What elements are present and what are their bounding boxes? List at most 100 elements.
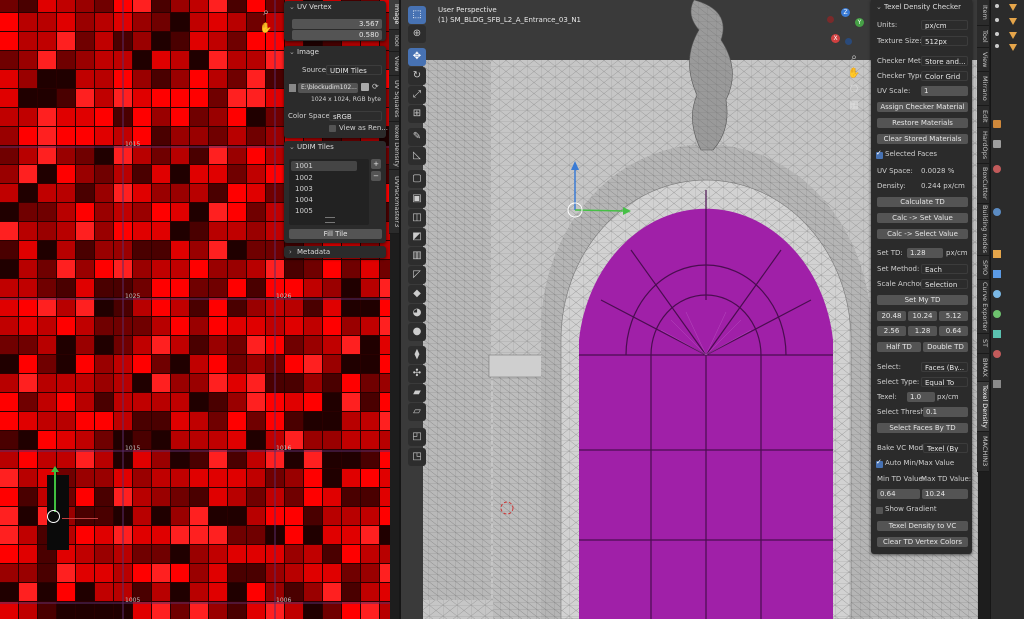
zoom-icon[interactable]: ⌕ <box>847 51 861 65</box>
preset-td-button[interactable]: 10.24 <box>908 311 937 321</box>
visibility-icon[interactable] <box>995 4 999 8</box>
tool-scale-icon[interactable]: ⤢ <box>408 86 426 104</box>
tab-boxcutter[interactable]: BoxCutter <box>977 164 989 204</box>
tool-loop-cut-icon[interactable]: ▥ <box>408 247 426 265</box>
view-as-render-checkbox[interactable] <box>329 125 336 132</box>
camera-icon[interactable]: ⎔ <box>847 83 861 97</box>
tool-edge-slide-icon[interactable]: ⧫ <box>408 346 426 364</box>
properties-object-icon[interactable] <box>993 250 1001 258</box>
tool-move-icon[interactable]: ✥ <box>408 48 426 66</box>
tab-curve-exporter[interactable]: Curve Exporter <box>977 280 989 334</box>
tab-st[interactable]: ST <box>977 334 989 354</box>
bake-vc-mode-dropdown[interactable]: Texel (By <box>923 443 968 453</box>
uv-x-field[interactable]: 3.567 <box>292 19 382 29</box>
properties-particles-icon[interactable] <box>993 290 1001 298</box>
tool-add-cube-icon[interactable]: ▢ <box>408 170 426 188</box>
scale-anchor-dropdown[interactable]: Selection <box>921 279 968 289</box>
calc-set-value-button[interactable]: Calc -> Set Value <box>877 213 968 223</box>
metadata-panel[interactable]: › Metadata <box>284 246 386 258</box>
visibility-icon[interactable] <box>995 18 999 22</box>
checker-method-dropdown[interactable]: Store and... <box>921 56 968 66</box>
tab-mirrano[interactable]: Mirrano <box>977 72 989 106</box>
select-faces-by-td-button[interactable]: Select Faces By TD <box>877 423 968 433</box>
uv-y-field[interactable]: 0.580 <box>292 30 382 40</box>
tool-knife-icon[interactable]: ◸ <box>408 266 426 284</box>
properties-texture-icon[interactable] <box>993 380 1001 388</box>
outliner-row[interactable] <box>993 44 1023 52</box>
texel-panel-header[interactable]: ⌄ Texel Density Checker <box>871 0 972 14</box>
preset-td-button[interactable]: 1.28 <box>908 326 937 336</box>
udim-tile-item[interactable]: 1003 <box>291 184 313 194</box>
tab-item[interactable]: Item <box>977 0 989 26</box>
list-resize-handle-icon[interactable] <box>325 217 335 223</box>
uv-scale-field[interactable]: 1 <box>921 86 968 96</box>
outliner-row[interactable] <box>993 4 1023 12</box>
tool-poly-build-icon[interactable]: ◆ <box>408 285 426 303</box>
show-gradient-checkbox[interactable] <box>876 507 883 514</box>
folder-icon[interactable] <box>361 83 369 91</box>
select-thresh-field[interactable]: 0.1 <box>923 407 968 417</box>
outliner-row[interactable] <box>993 18 1023 26</box>
tool-shear-icon[interactable]: ▰ <box>408 384 426 402</box>
tool-inset-icon[interactable]: ◫ <box>408 209 426 227</box>
tool-spin-icon[interactable]: ◕ <box>408 304 426 322</box>
reload-icon[interactable]: ⟳ <box>372 82 381 91</box>
outliner-row[interactable] <box>993 32 1023 40</box>
tool-cursor-icon[interactable]: ⊕ <box>408 25 426 43</box>
preset-td-button[interactable]: 20.48 <box>877 311 906 321</box>
select-type-dropdown[interactable]: Equal To <box>921 377 968 387</box>
units-dropdown[interactable]: px/cm <box>921 20 968 30</box>
pan-hand-icon[interactable]: ✋ <box>847 67 861 81</box>
properties-scene-icon[interactable] <box>993 165 1001 173</box>
tool-smooth-icon[interactable]: ● <box>408 323 426 341</box>
preset-td-button[interactable]: 2.56 <box>877 326 906 336</box>
tab-bmax[interactable]: BMAX <box>977 354 989 382</box>
tool-extra-icon[interactable]: ◰ <box>408 428 426 446</box>
source-dropdown[interactable]: UDIM Tiles <box>326 65 382 75</box>
select-mode-dropdown[interactable]: Faces (By... <box>921 362 968 372</box>
min-td-field[interactable]: 0.64 <box>877 489 920 499</box>
clear-stored-button[interactable]: Clear Stored Materials <box>877 134 968 144</box>
preset-td-button[interactable]: 0.64 <box>939 326 968 336</box>
tool-measure-icon[interactable]: ◺ <box>408 147 426 165</box>
tab-edit[interactable]: Edit <box>977 106 989 128</box>
move-gizmo-arrow-up-icon[interactable] <box>51 466 59 472</box>
udim-tile-list[interactable]: 1001 1002 1003 1004 1005 <box>289 159 369 225</box>
grid-view-icon[interactable]: ▦ <box>847 99 861 113</box>
calc-select-value-button[interactable]: Calc -> Select Value <box>877 229 968 239</box>
texel-to-vc-button[interactable]: Texel Density to VC <box>877 521 968 531</box>
tab-view[interactable]: View <box>977 48 989 72</box>
uv-vertex-header[interactable]: ⌄ UV Vertex <box>284 1 386 13</box>
image-panel-header[interactable]: ⌄ Image <box>284 46 386 58</box>
udim-tile-item[interactable]: 1004 <box>291 195 313 205</box>
tool-transform-icon[interactable]: ⊞ <box>408 105 426 123</box>
tab-machin3[interactable]: MACHIN3 <box>977 432 989 472</box>
selected-faces-checkbox[interactable] <box>876 149 883 159</box>
properties-material-icon[interactable] <box>993 350 1001 358</box>
udim-tile-item[interactable]: 1005 <box>291 206 313 216</box>
add-tile-button[interactable]: + <box>371 159 381 169</box>
zoom-icon[interactable]: ⌕ <box>259 6 273 20</box>
udim-tile-item[interactable]: 1002 <box>291 173 313 183</box>
properties-modifier-icon[interactable] <box>993 270 1001 278</box>
metadata-header[interactable]: › Metadata <box>284 246 386 258</box>
preset-td-button[interactable]: 5.12 <box>939 311 968 321</box>
filepath-field[interactable]: E:\blockudim102... <box>298 83 358 93</box>
gizmo-z-icon[interactable]: Z <box>841 8 850 17</box>
gizmo-y-icon[interactable]: Y <box>855 18 864 27</box>
set-td-field[interactable]: 1.28 <box>907 248 943 258</box>
texture-size-dropdown[interactable]: 512px <box>921 36 968 46</box>
color-space-dropdown[interactable]: sRGB <box>329 111 382 121</box>
set-method-dropdown[interactable]: Each <box>921 264 968 274</box>
tool-rotate-icon[interactable]: ↻ <box>408 67 426 85</box>
tool-shrink-icon[interactable]: ✣ <box>408 365 426 383</box>
move-gizmo-center-icon[interactable] <box>47 510 60 523</box>
udim-tile-item[interactable]: 1001 <box>291 161 357 171</box>
double-td-button[interactable]: Double TD <box>923 342 968 352</box>
tab-building-nodes[interactable]: Building nodes <box>977 204 989 256</box>
tool-select-box-icon[interactable]: ⬚ <box>408 6 426 24</box>
tool-extrude-icon[interactable]: ▣ <box>408 190 426 208</box>
move-gizmo-x-axis[interactable] <box>62 518 98 519</box>
tab-texel-density[interactable]: Texel Density <box>977 382 989 432</box>
tab-hardops[interactable]: HardOps <box>977 128 989 164</box>
